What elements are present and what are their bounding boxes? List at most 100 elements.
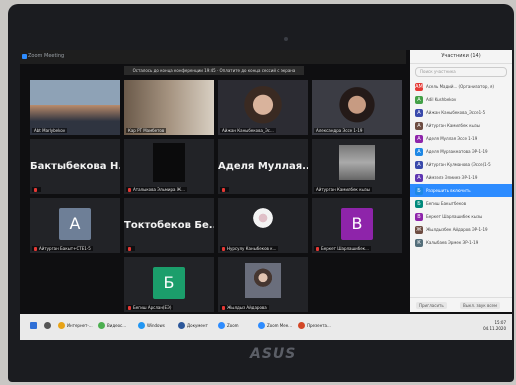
participant-avatar: В bbox=[415, 213, 423, 221]
mute-all-button[interactable]: Выкл. звук всем bbox=[460, 302, 500, 309]
participant-name-label: Нурсулу Каныбеков к... bbox=[220, 246, 279, 251]
taskbar-app-button[interactable] bbox=[44, 319, 53, 333]
clock-date: 04.11.2020 bbox=[483, 326, 506, 331]
muted-mic-icon bbox=[128, 188, 131, 192]
video-tile[interactable]: Айжан Каныбекова_Эс... bbox=[218, 80, 308, 135]
taskbar-app-label: Zoom Mee... bbox=[267, 323, 292, 328]
participant-name: Adil Kushbekov bbox=[426, 97, 457, 102]
participant-avatar: Б bbox=[153, 266, 185, 299]
participant-list-item[interactable]: A Adil Kushbekov bbox=[410, 93, 512, 106]
meeting-time-banner: Осталось до конца конференции 19:45 · Оп… bbox=[124, 66, 304, 75]
app-icon bbox=[58, 322, 65, 329]
participant-video bbox=[245, 203, 281, 240]
participant-avatar: А bbox=[415, 109, 423, 117]
participant-avatar: А bbox=[59, 207, 91, 240]
participant-avatar: A bbox=[415, 96, 423, 104]
participant-list-item[interactable]: АМ Асель Мадий... (Организатор, я) bbox=[410, 80, 512, 93]
taskbar-app-button[interactable]: Zoom bbox=[218, 319, 239, 333]
participant-name-label: Айтурган Камилбек кызы bbox=[314, 187, 372, 192]
participant-name-label: Жылдыз Айдарова bbox=[220, 305, 269, 310]
participant-video bbox=[218, 80, 308, 135]
participant-avatar: К bbox=[415, 239, 423, 247]
participant-list-item[interactable]: А Айжан Каныбекова_Эссе1-5 bbox=[410, 106, 512, 119]
participant-display-name: Токтобеков Бе... bbox=[124, 220, 214, 231]
participant-name: Беркет Шарлашибек кызы bbox=[426, 214, 483, 219]
security-shield-icon[interactable] bbox=[22, 54, 27, 59]
participant-avatar: Б bbox=[415, 187, 423, 195]
participant-avatar: А bbox=[415, 174, 423, 182]
participant-name-label: Аталыкова Эльмира Ж... bbox=[126, 187, 187, 192]
app-icon bbox=[258, 322, 265, 329]
invite-button[interactable]: Пригласить bbox=[416, 302, 447, 309]
muted-mic-icon bbox=[128, 247, 131, 251]
app-icon bbox=[298, 322, 305, 329]
taskbar-app-button[interactable]: Документ bbox=[178, 319, 208, 333]
video-tile[interactable]: Александра Эссе 1-19 bbox=[312, 80, 402, 135]
participants-panel: Участники (14) Поиск участника АМ Асель М… bbox=[410, 50, 512, 312]
taskbar-app-label: Интернет-... bbox=[67, 323, 93, 328]
screen: Zoom Meeting Осталось до конца конференц… bbox=[20, 50, 512, 340]
video-tile[interactable]: Жылдыз Айдарова bbox=[218, 257, 308, 312]
app-icon bbox=[30, 322, 37, 329]
video-tile[interactable]: Аделя Муллая... bbox=[218, 139, 308, 194]
video-tile[interactable]: В Беркет Шарлашибек... bbox=[312, 198, 402, 253]
video-tile[interactable]: Аталыкова Эльмира Ж... bbox=[124, 139, 214, 194]
participant-name-label: Беркет Шарлашибек... bbox=[314, 246, 371, 251]
participant-list-item[interactable]: К Калыбаев Эрмек ЭР-1-19 bbox=[410, 236, 512, 249]
participant-name: Разрешить включить bbox=[426, 188, 471, 193]
taskbar-app-button[interactable]: Zoom Mee... bbox=[258, 319, 292, 333]
participant-name: Асель Мадий... (Организатор, я) bbox=[426, 84, 494, 89]
taskbar-app-button[interactable]: Презента... bbox=[298, 319, 331, 333]
participant-name-label bbox=[220, 187, 229, 192]
participant-video-off bbox=[152, 143, 186, 182]
participant-name-label: Кар РТ Мамбетов bbox=[126, 128, 167, 133]
participant-name-label: Александра Эссе 1-19 bbox=[314, 128, 365, 133]
video-tile[interactable]: Кар РТ Мамбетов bbox=[124, 80, 214, 135]
taskbar-app-button[interactable] bbox=[30, 319, 39, 333]
participant-avatar: А bbox=[415, 161, 423, 169]
participant-name-label bbox=[126, 246, 135, 251]
video-tile[interactable]: Б Бегиш Арслан(ЕЭ) bbox=[124, 257, 214, 312]
participant-list-item[interactable]: А Аделя Муллая Эссе 1-19 bbox=[410, 132, 512, 145]
participant-video bbox=[339, 144, 375, 181]
app-icon bbox=[98, 322, 105, 329]
participant-name-label: Айтурган Бакыт+СТЕ1-5 bbox=[32, 246, 93, 251]
participant-video bbox=[245, 262, 281, 299]
video-gallery: Abt Marlybekov Кар РТ Мамбетов Айжан Каныб… bbox=[30, 80, 404, 312]
laptop-brand-logo: ASUS bbox=[250, 346, 297, 362]
participant-list-item[interactable]: А Аделя Мурзакматова ЭР-1-19 bbox=[410, 145, 512, 158]
window-title: Zoom Meeting bbox=[28, 53, 65, 59]
taskbar-app-button[interactable]: Windows bbox=[138, 319, 165, 333]
video-tile[interactable]: Айтурган Камилбек кызы bbox=[312, 139, 402, 194]
participant-avatar: А bbox=[415, 122, 423, 130]
video-tile[interactable]: А Айтурган Бакыт+СТЕ1-5 bbox=[30, 198, 120, 253]
windows-taskbar: Интернет-... Видеос... Windows Документ Zoom… bbox=[20, 314, 512, 340]
participant-search-input[interactable]: Поиск участника bbox=[415, 67, 507, 77]
app-icon bbox=[178, 322, 185, 329]
participant-avatar: А bbox=[415, 135, 423, 143]
participant-video bbox=[124, 80, 214, 135]
muted-mic-icon bbox=[222, 247, 225, 251]
participants-panel-footer: Пригласить Выкл. звук всем bbox=[410, 297, 512, 312]
video-tile[interactable]: Abt Marlybekov bbox=[30, 80, 120, 135]
video-tile[interactable]: Бактыбекова Н... bbox=[30, 139, 120, 194]
webcam bbox=[284, 37, 288, 41]
taskbar-app-button[interactable]: Интернет-... bbox=[58, 319, 93, 333]
participant-list-item[interactable]: В Беркет Шарлашибек кызы bbox=[410, 210, 512, 223]
meeting-title-bar: Zoom Meeting bbox=[20, 50, 406, 64]
muted-mic-icon bbox=[34, 247, 37, 251]
participant-list-item[interactable]: А Аймээлэ Элмиеэ ЭР-1-19 bbox=[410, 171, 512, 184]
participants-panel-title: Участники (14) bbox=[410, 50, 512, 64]
participant-name: Жылдызбек Айдаров ЭР-1-19 bbox=[426, 227, 488, 232]
participant-list-item[interactable]: Ж Жылдызбек Айдаров ЭР-1-19 bbox=[410, 223, 512, 236]
video-tile[interactable]: Нурсулу Каныбеков к... bbox=[218, 198, 308, 253]
participant-list-item[interactable]: А Айтурган Кулманова (Эссе)1-5 bbox=[410, 158, 512, 171]
participant-name-label: Айжан Каныбекова_Эс... bbox=[220, 128, 276, 133]
taskbar-app-label: Zoom bbox=[227, 323, 239, 328]
participant-list-item[interactable]: Б Бегиш Бакытбеков bbox=[410, 197, 512, 210]
video-tile[interactable]: Токтобеков Бе... bbox=[124, 198, 214, 253]
taskbar-app-button[interactable]: Видеос... bbox=[98, 319, 126, 333]
participant-list-item[interactable]: А Айтурган Камилбек кызы bbox=[410, 119, 512, 132]
participant-list-item[interactable]: Б Разрешить включить bbox=[410, 184, 512, 197]
taskbar-clock[interactable]: 15:07 04.11.2020 bbox=[483, 320, 506, 332]
